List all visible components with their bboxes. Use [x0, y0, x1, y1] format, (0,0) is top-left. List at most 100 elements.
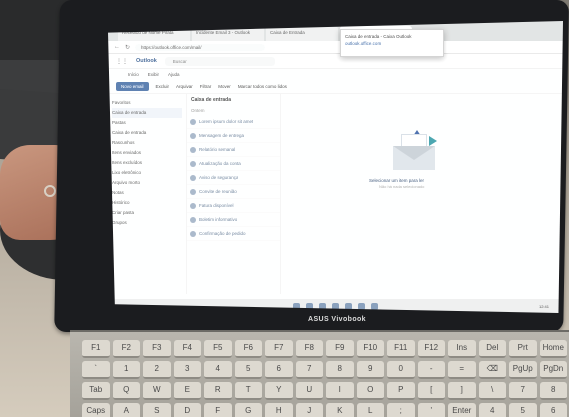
move-button[interactable]: Mover: [218, 84, 231, 89]
menu-home[interactable]: Início: [128, 72, 139, 77]
keyboard-key[interactable]: D: [173, 403, 201, 417]
keyboard-key[interactable]: F8: [295, 340, 323, 358]
keyboard-key[interactable]: 2: [143, 361, 171, 379]
keyboard-key[interactable]: F11: [387, 340, 415, 358]
keyboard-key[interactable]: 8: [539, 382, 567, 400]
folder-item[interactable]: Itens enviados: [112, 148, 182, 158]
keyboard-key[interactable]: F12: [417, 340, 445, 358]
keyboard-key[interactable]: Enter: [448, 403, 476, 417]
keyboard-key[interactable]: 9: [356, 361, 384, 379]
keyboard-key[interactable]: A: [112, 403, 140, 417]
keyboard-key[interactable]: 7: [295, 361, 323, 379]
keyboard-key[interactable]: F7: [265, 340, 293, 358]
keyboard-key[interactable]: F6: [234, 340, 262, 358]
folder-item[interactable]: Itens excluídos: [112, 158, 182, 168]
keyboard-key[interactable]: Ins: [448, 340, 476, 358]
teams-icon[interactable]: [371, 302, 378, 310]
mail-icon[interactable]: [345, 302, 352, 310]
list-item[interactable]: Aviso de segurança: [187, 171, 280, 185]
keyboard-key[interactable]: `: [82, 361, 110, 379]
keyboard-key[interactable]: L: [356, 403, 384, 417]
keyboard-key[interactable]: O: [356, 382, 384, 400]
list-item[interactable]: Mensagem de entrega: [187, 129, 280, 143]
folder-item[interactable]: Caixa de entrada: [112, 108, 182, 118]
keyboard-key[interactable]: U: [295, 382, 323, 400]
keyboard-key[interactable]: Prt: [509, 340, 537, 358]
menu-view[interactable]: Exibir: [148, 72, 159, 77]
keyboard-key[interactable]: G: [234, 403, 262, 417]
keyboard-key[interactable]: F2: [112, 340, 140, 358]
keyboard-key[interactable]: H: [265, 403, 293, 417]
keyboard-key[interactable]: \: [478, 382, 506, 400]
keyboard-key[interactable]: F1: [82, 340, 110, 358]
keyboard-key[interactable]: ': [417, 403, 445, 417]
folder-item[interactable]: Notas: [112, 188, 182, 198]
keyboard-key[interactable]: F: [204, 403, 232, 417]
folder-item[interactable]: Pastas: [112, 118, 182, 128]
keyboard-key[interactable]: ]: [448, 382, 476, 400]
keyboard-key[interactable]: F9: [326, 340, 354, 358]
keyboard-key[interactable]: 1: [112, 361, 140, 379]
keyboard-key[interactable]: F4: [173, 340, 201, 358]
keyboard-key[interactable]: F5: [204, 340, 232, 358]
folder-item[interactable]: Histórico: [112, 198, 182, 208]
reload-icon[interactable]: ↻: [125, 44, 130, 51]
folder-item[interactable]: Arquivo morto: [112, 178, 182, 188]
keyboard-key[interactable]: 6: [265, 361, 293, 379]
keyboard-key[interactable]: ;: [387, 403, 415, 417]
keyboard-key[interactable]: T: [234, 382, 262, 400]
keyboard-key[interactable]: ⌫: [478, 361, 506, 379]
new-mail-button[interactable]: Novo email: [116, 82, 149, 91]
keyboard-key[interactable]: 6: [539, 403, 567, 417]
keyboard-key[interactable]: PgUp: [509, 361, 537, 379]
keyboard-key[interactable]: [: [417, 382, 445, 400]
delete-button[interactable]: Excluir: [156, 84, 170, 89]
keyboard-key[interactable]: 5: [509, 403, 537, 417]
list-item[interactable]: Boletim informativo: [187, 213, 280, 227]
keyboard-key[interactable]: E: [173, 382, 201, 400]
menu-help[interactable]: Ajuda: [168, 72, 180, 77]
keyboard-key[interactable]: -: [417, 361, 445, 379]
keyboard-key[interactable]: K: [326, 403, 354, 417]
keyboard-key[interactable]: 8: [326, 361, 354, 379]
mark-all-read-button[interactable]: Marcar todos como lidos: [238, 84, 287, 89]
keyboard-key[interactable]: 4: [478, 403, 506, 417]
keyboard-key[interactable]: Home: [539, 340, 567, 358]
keyboard-key[interactable]: =: [448, 361, 476, 379]
keyboard-key[interactable]: S: [143, 403, 171, 417]
keyboard-key[interactable]: J: [295, 403, 323, 417]
keyboard-key[interactable]: I: [326, 382, 354, 400]
keyboard-key[interactable]: 5: [234, 361, 262, 379]
keyboard-key[interactable]: Del: [478, 340, 506, 358]
filter-button[interactable]: Filtrar: [200, 84, 212, 89]
keyboard-key[interactable]: 3: [173, 361, 201, 379]
keyboard-key[interactable]: Caps: [82, 403, 110, 417]
folder-item[interactable]: Caixa de entrada: [112, 128, 182, 138]
keyboard-key[interactable]: R: [204, 382, 232, 400]
archive-button[interactable]: Arquivar: [176, 84, 193, 89]
list-item[interactable]: Relatório semanal: [187, 143, 280, 157]
keyboard-key[interactable]: F10: [356, 340, 384, 358]
list-item[interactable]: Confirmação de pedido: [187, 227, 280, 241]
app-launcher-icon[interactable]: ⋮⋮: [116, 58, 128, 65]
browser-icon[interactable]: [332, 302, 339, 310]
folder-item[interactable]: Lixo eletrônico: [112, 168, 182, 178]
list-item[interactable]: Lorem ipsum dolor sit amet: [187, 115, 280, 129]
keyboard-key[interactable]: P: [387, 382, 415, 400]
folder-item[interactable]: Criar pasta: [112, 208, 182, 218]
keyboard-key[interactable]: Y: [265, 382, 293, 400]
list-item[interactable]: Convite de reunião: [187, 185, 280, 199]
folder-item[interactable]: Rascunhos: [112, 138, 182, 148]
store-icon[interactable]: [358, 302, 365, 310]
folder-item[interactable]: Favoritos: [112, 98, 182, 108]
keyboard-key[interactable]: F3: [143, 340, 171, 358]
back-icon[interactable]: ←: [114, 44, 120, 50]
keyboard-key[interactable]: Q: [112, 382, 140, 400]
list-item[interactable]: Atualização da conta: [187, 157, 280, 171]
list-item[interactable]: Fatura disponível: [187, 199, 280, 213]
keyboard-key[interactable]: 4: [204, 361, 232, 379]
keyboard-key[interactable]: 7: [509, 382, 537, 400]
keyboard-key[interactable]: PgDn: [539, 361, 567, 379]
keyboard-key[interactable]: 0: [387, 361, 415, 379]
keyboard-key[interactable]: W: [143, 382, 171, 400]
